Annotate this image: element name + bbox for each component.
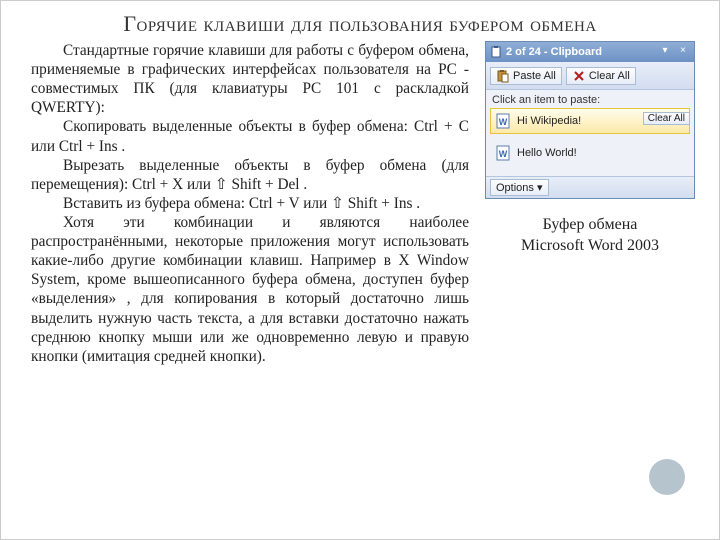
clipboard-footer: Options ▾ (486, 176, 694, 198)
para-4: Вставить из буфера обмена: Ctrl + V или … (31, 194, 469, 213)
clipboard-header: 2 of 24 - Clipboard ▾ × (486, 42, 694, 62)
clipboard-icon (490, 46, 502, 58)
mini-clear-button[interactable]: Clear All (643, 112, 690, 125)
clipboard-hint: Click an item to paste: (486, 90, 694, 108)
paste-all-label: Paste All (513, 70, 556, 82)
clip-item-text: Hi Wikipedia! (517, 115, 581, 127)
figure-caption: Буфер обмена Microsoft Word 2003 (485, 215, 695, 257)
caption-line-1: Буфер обмена (485, 215, 695, 236)
options-button[interactable]: Options ▾ (490, 179, 549, 196)
para-3: Вырезать выделенные объекты в буфер обме… (31, 156, 469, 194)
clear-all-button[interactable]: Clear All (566, 67, 636, 85)
word-doc-icon: W (495, 145, 511, 161)
svg-text:W: W (499, 149, 508, 159)
word-doc-icon: W (495, 113, 511, 129)
body-text: Стандартные горячие клавиши для работы с… (31, 41, 469, 366)
paste-all-button[interactable]: Paste All (490, 67, 562, 85)
clear-icon (572, 69, 586, 83)
page-title: Горячие клавиши для пользования буфером … (1, 1, 719, 41)
clipboard-pane: 2 of 24 - Clipboard ▾ × Paste All Clear … (485, 41, 695, 199)
para-1: Стандартные горячие клавиши для работы с… (31, 41, 469, 117)
svg-text:W: W (499, 117, 508, 127)
minimize-icon[interactable]: ▾ (658, 45, 672, 59)
speech-bubble-icon (649, 459, 685, 495)
clip-item-text: Hello World! (517, 147, 577, 159)
para-2: Скопировать выделенные объекты в буфер о… (31, 117, 469, 155)
clipboard-toolbar: Paste All Clear All (486, 62, 694, 90)
figure-column: 2 of 24 - Clipboard ▾ × Paste All Clear … (485, 41, 695, 366)
para-5: Хотя эти комбинации и являются наиболее … (31, 213, 469, 366)
caption-line-2: Microsoft Word 2003 (485, 236, 695, 257)
clipboard-items: Clear All W Hi Wikipedia! W Hello World! (486, 108, 694, 176)
paste-icon (496, 69, 510, 83)
clipboard-title: 2 of 24 - Clipboard (506, 46, 654, 58)
close-icon[interactable]: × (676, 45, 690, 59)
clip-item[interactable]: W Hello World! (490, 140, 690, 166)
clear-all-label: Clear All (589, 70, 630, 82)
content-row: Стандартные горячие клавиши для работы с… (1, 41, 719, 366)
